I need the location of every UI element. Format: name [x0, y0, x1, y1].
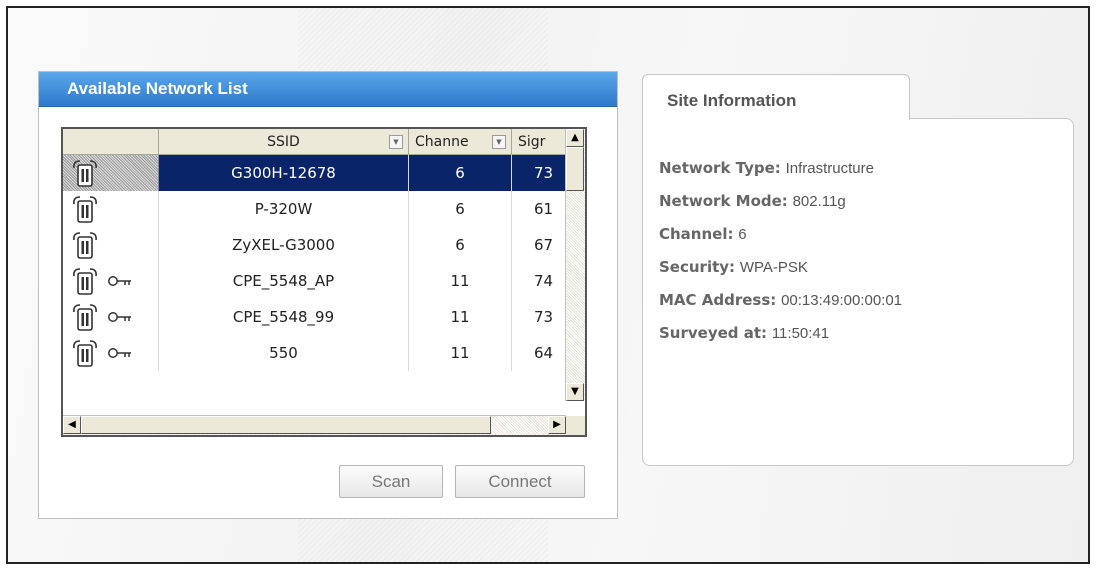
- security-value: WPA-PSK: [739, 259, 808, 276]
- signal-cell: 67: [512, 227, 566, 263]
- network-mode-label: Network Mode:: [659, 192, 788, 210]
- signal-cell: 73: [512, 299, 566, 335]
- surveyed-at-label: Surveyed at:: [659, 324, 768, 342]
- signal-cell: 74: [512, 263, 566, 299]
- table-row[interactable]: G300H-12678 6 73: [63, 155, 566, 191]
- wireless-ap-icon: [71, 338, 99, 368]
- sort-dropdown-icon[interactable]: ▼: [492, 135, 506, 149]
- row-icon-cell: [63, 155, 159, 191]
- network-type-value: Infrastructure: [785, 160, 874, 177]
- horizontal-scrollbar[interactable]: ◀ ▶: [63, 415, 566, 435]
- header-signal-label: Sigr: [518, 134, 546, 150]
- mac-address-line: MAC Address: 00:13:49:00:00:01: [659, 291, 902, 324]
- channel-line: Channel: 6: [659, 225, 902, 258]
- key-icon: [107, 346, 133, 360]
- row-icon-cell: [63, 263, 159, 299]
- vertical-scrollbar[interactable]: ▲ ▼: [565, 129, 585, 401]
- key-icon: [107, 274, 133, 288]
- security-line: Security: WPA-PSK: [659, 258, 902, 291]
- table-row[interactable]: ZyXEL-G3000 6 67: [63, 227, 566, 263]
- wireless-ap-icon: [71, 266, 99, 296]
- row-icon-cell: [63, 335, 159, 371]
- ssid-cell: 550: [159, 335, 409, 371]
- ssid-cell: CPE_5548_AP: [159, 263, 409, 299]
- row-icon-cell: [63, 299, 159, 335]
- key-icon: [107, 310, 133, 324]
- header-icon-column: [63, 129, 159, 155]
- main-frame: Available Network List SSID ▼ Channe ▼ S…: [6, 6, 1090, 564]
- surveyed-at-value: 11:50:41: [771, 325, 830, 342]
- table-row[interactable]: CPE_5548_99 11 73: [63, 299, 566, 335]
- table-row[interactable]: CPE_5548_AP 11 74: [63, 263, 566, 299]
- header-signal[interactable]: Sigr: [512, 129, 566, 155]
- signal-cell: 73: [512, 155, 566, 191]
- row-icon-cell: [63, 191, 159, 227]
- connect-button[interactable]: Connect: [455, 465, 585, 498]
- scan-button[interactable]: Scan: [339, 465, 443, 498]
- channel-cell: 6: [409, 227, 512, 263]
- vertical-scroll-thumb[interactable]: [566, 147, 584, 191]
- network-table: SSID ▼ Channe ▼ Sigr G300H-12678 6 73 P-320…: [61, 127, 587, 437]
- channel-cell: 11: [409, 299, 512, 335]
- wireless-ap-icon: [71, 302, 99, 332]
- site-information-panel: Network Type: Infrastructure Network Mod…: [642, 118, 1074, 466]
- ssid-cell: P-320W: [159, 191, 409, 227]
- panel-title: Available Network List: [39, 72, 617, 107]
- table-row[interactable]: 550 11 64: [63, 335, 566, 371]
- site-information-list: Network Type: Infrastructure Network Mod…: [659, 159, 902, 357]
- table-row[interactable]: P-320W 6 61: [63, 191, 566, 227]
- network-type-line: Network Type: Infrastructure: [659, 159, 902, 192]
- sort-dropdown-icon[interactable]: ▼: [389, 135, 403, 149]
- mac-address-value: 00:13:49:00:00:01: [781, 292, 903, 309]
- channel-value: 6: [738, 226, 747, 243]
- ssid-cell: ZyXEL-G3000: [159, 227, 409, 263]
- scroll-left-arrow-icon[interactable]: ◀: [63, 416, 81, 434]
- scroll-up-arrow-icon[interactable]: ▲: [566, 129, 584, 147]
- channel-cell: 6: [409, 155, 512, 191]
- network-type-label: Network Type:: [659, 159, 781, 177]
- channel-cell: 6: [409, 191, 512, 227]
- wireless-ap-icon: [71, 158, 99, 188]
- scroll-right-arrow-icon[interactable]: ▶: [548, 416, 566, 434]
- surveyed-at-line: Surveyed at: 11:50:41: [659, 324, 902, 357]
- security-label: Security:: [659, 258, 736, 276]
- horizontal-scroll-thumb[interactable]: [81, 416, 491, 434]
- ssid-cell: CPE_5548_99: [159, 299, 409, 335]
- channel-cell: 11: [409, 263, 512, 299]
- network-mode-value: 802.11g: [792, 193, 846, 210]
- signal-cell: 61: [512, 191, 566, 227]
- scrollbar-corner: [566, 416, 585, 435]
- network-mode-line: Network Mode: 802.11g: [659, 192, 902, 225]
- site-information-tab[interactable]: Site Information: [642, 74, 910, 120]
- mac-address-label: MAC Address:: [659, 291, 777, 309]
- header-channel-label: Channe: [415, 134, 469, 150]
- channel-cell: 11: [409, 335, 512, 371]
- available-network-list-panel: Available Network List SSID ▼ Channe ▼ S…: [38, 71, 618, 519]
- signal-cell: 64: [512, 335, 566, 371]
- channel-label: Channel:: [659, 225, 734, 243]
- scroll-down-arrow-icon[interactable]: ▼: [566, 383, 584, 401]
- wireless-ap-icon: [71, 230, 99, 260]
- header-ssid[interactable]: SSID ▼: [159, 129, 409, 155]
- table-body: G300H-12678 6 73 P-320W 6 61 ZyXEL-G3000 6 67 CPE…: [63, 155, 566, 401]
- ssid-cell: G300H-12678: [159, 155, 409, 191]
- wireless-ap-icon: [71, 194, 99, 224]
- header-ssid-label: SSID: [267, 134, 300, 150]
- table-header: SSID ▼ Channe ▼ Sigr: [63, 129, 566, 155]
- header-channel[interactable]: Channe ▼: [409, 129, 512, 155]
- row-icon-cell: [63, 227, 159, 263]
